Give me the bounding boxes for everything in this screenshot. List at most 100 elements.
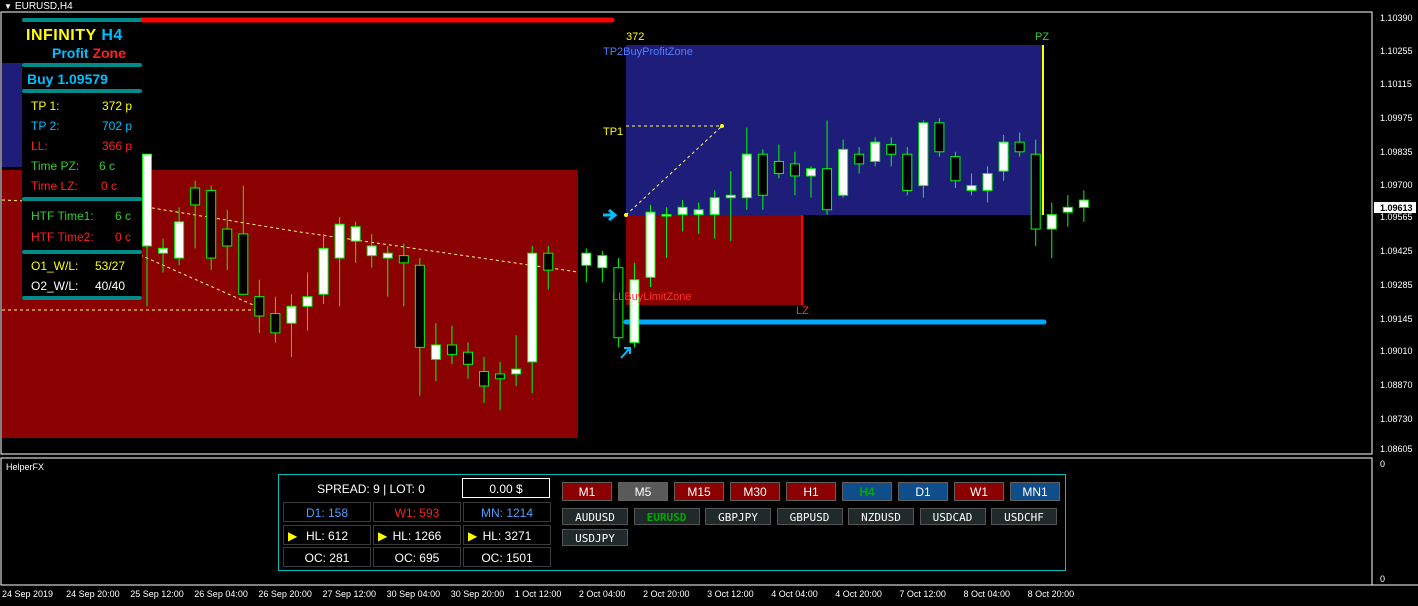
time-tick-label: 7 Oct 12:00 <box>899 589 946 599</box>
price-tick-label: 1.09975 <box>1380 113 1413 124</box>
price-tick-label: 1.09285 <box>1380 279 1413 290</box>
time-tick-label: 27 Sep 12:00 <box>322 589 377 599</box>
time-tick-label: 26 Sep 04:00 <box>194 589 248 599</box>
play-icon: ▶ <box>378 529 388 543</box>
subwindow-axis-bottom: 0 <box>1380 574 1386 584</box>
info-row-value: 0 c <box>101 179 118 193</box>
candle-body <box>495 373 506 380</box>
tf-button-m5[interactable]: M5 <box>618 482 668 501</box>
tp2-zone-label: TP2BuyProfitZone <box>603 46 693 58</box>
symbol-button-nzdusd[interactable]: NZDUSD <box>848 508 914 525</box>
symbol-button-audusd[interactable]: AUDUSD <box>562 508 628 525</box>
candle-body <box>543 252 554 271</box>
pz-label: PZ <box>1035 31 1050 43</box>
candle-body <box>398 255 409 264</box>
candle-body <box>222 228 233 247</box>
info-row-value: 6 c <box>115 209 132 223</box>
price-tick-label: 1.09835 <box>1380 147 1413 157</box>
panel-separator <box>22 18 142 22</box>
info-row-value: 702 p <box>102 119 133 133</box>
time-tick-label: 30 Sep 20:00 <box>450 589 505 599</box>
info-row-label: O2_W/L: <box>31 279 79 293</box>
hl-w1-cell: ▶ HL: 1266 <box>373 525 461 545</box>
symbol-button-gbpusd[interactable]: GBPUSD <box>776 508 843 525</box>
price-tick-label: 1.09010 <box>1380 346 1413 357</box>
mn-range: MN: 1214 <box>463 502 551 522</box>
info-row-value: 372 p <box>102 99 133 113</box>
play-icon: ▶ <box>288 529 298 543</box>
symbol-button-eurusd[interactable]: EURUSD <box>633 508 700 525</box>
info-row-value: 40/40 <box>95 279 126 293</box>
pnl-field[interactable]: 0.00 $ <box>462 478 550 498</box>
info-row-label: Time LZ: <box>31 179 78 193</box>
candle-body <box>318 247 329 295</box>
candle-body <box>886 144 897 155</box>
d1-range: D1: 158 <box>283 502 371 522</box>
candle-body <box>174 221 185 259</box>
candle-body <box>206 189 217 259</box>
tf-button-w1[interactable]: W1 <box>954 482 1004 501</box>
candle-body <box>1014 141 1025 153</box>
candle-body <box>1062 206 1073 213</box>
candle-body <box>1030 153 1041 230</box>
panel-separator <box>22 63 142 67</box>
play-icon: ▶ <box>468 529 478 543</box>
candle-body <box>870 141 881 162</box>
buy-profit-zone <box>626 45 1044 215</box>
candle-body <box>645 211 656 278</box>
price-tick-label: 1.08605 <box>1380 444 1413 454</box>
symbol-button-usdchf[interactable]: USDCHF <box>991 508 1057 525</box>
tp1-points-label: 372 <box>626 31 645 43</box>
lz-label: LZ <box>796 305 809 317</box>
tf-button-h1[interactable]: H1 <box>786 482 836 501</box>
oc-d1-cell: OC: 281 <box>283 547 371 567</box>
info-row-value: 0 c <box>115 230 132 244</box>
candle-body <box>950 156 961 182</box>
candle-body <box>789 163 800 177</box>
profit-zone-left <box>2 63 24 167</box>
candle-body <box>463 351 473 365</box>
candle-body <box>581 252 592 266</box>
hl-d1-cell: ▶ HL: 612 <box>283 525 371 545</box>
dropdown-triangle-icon[interactable]: ▼ <box>4 2 12 11</box>
candle-body <box>414 264 425 348</box>
tp1-label: TP1 <box>603 126 624 138</box>
price-tick-label: 1.09700 <box>1380 179 1413 190</box>
chart-window-title[interactable]: ▼ EURUSD,H4 <box>4 1 73 12</box>
symbol-button-gbpjpy[interactable]: GBPJPY <box>705 508 771 525</box>
price-tick-label: 1.08730 <box>1380 413 1413 424</box>
candle-body <box>693 209 704 216</box>
candle-body <box>806 168 816 177</box>
tf-button-mn1[interactable]: MN1 <box>1010 482 1060 501</box>
candle-body <box>773 160 784 175</box>
info-row-label: Time PZ: <box>31 159 80 173</box>
helperfx-panel: SPREAD: 9 | LOT: 0 0.00 $ D1: 158 W1: 59… <box>278 474 1066 571</box>
tf-button-h4[interactable]: H4 <box>842 482 892 501</box>
info-row-value: 53/27 <box>95 259 126 273</box>
time-tick-label: 3 Oct 12:00 <box>707 589 754 599</box>
candle-body <box>1046 214 1057 230</box>
time-tick-label: 8 Oct 04:00 <box>963 589 1011 599</box>
time-tick-label: 1 Oct 12:00 <box>514 589 562 599</box>
candle-body <box>479 371 490 387</box>
candle-body <box>725 194 736 199</box>
tf-button-m30[interactable]: M30 <box>730 482 780 501</box>
candle-body <box>629 279 640 344</box>
candle-body <box>661 214 672 217</box>
ll-zone-label: LLBuyLimitZone <box>612 291 692 303</box>
candle-body <box>982 173 993 191</box>
helperfx-title: HelperFX <box>6 462 45 472</box>
symbol-button-usdjpy[interactable]: USDJPY <box>562 529 628 546</box>
tf-button-m1[interactable]: M1 <box>562 482 612 501</box>
candle-body <box>238 233 249 295</box>
tf-button-m15[interactable]: M15 <box>674 482 724 501</box>
panel-separator <box>22 197 142 201</box>
info-row-label: LL: <box>31 139 48 153</box>
candle-body <box>902 153 913 191</box>
time-tick-label: 2 Oct 20:00 <box>643 589 690 599</box>
tf-button-d1[interactable]: D1 <box>898 482 948 501</box>
info-row-value: 366 p <box>102 139 133 153</box>
symbol-button-usdcad[interactable]: USDCAD <box>919 508 986 525</box>
hl-mn-cell: ▶ HL: 3271 <box>463 525 551 545</box>
panel-separator <box>22 89 142 93</box>
